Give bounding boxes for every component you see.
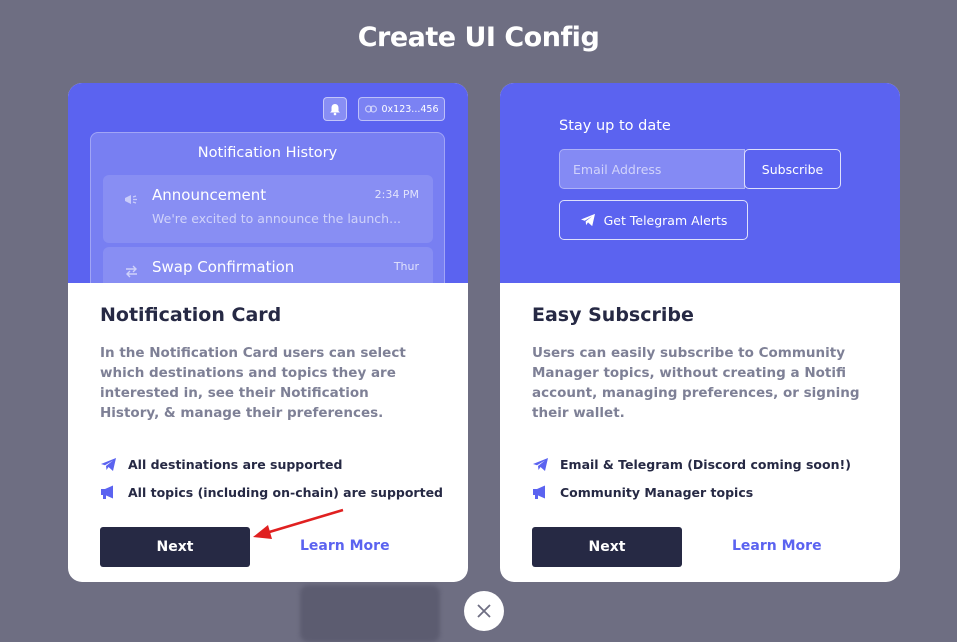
- card-title: Notification Card: [100, 304, 282, 326]
- feature-item: All destinations are supported: [100, 450, 443, 478]
- feature-label: Email & Telegram (Discord coming soon!): [560, 456, 851, 472]
- notification-name: Announcement: [152, 186, 267, 204]
- easy-subscribe-preview: Stay up to date Subscribe Get Telegram A…: [500, 83, 900, 283]
- notification-name: Swap Confirmation: [152, 258, 295, 276]
- notification-history-panel: Notification History Announcement 2:34 P…: [90, 132, 445, 283]
- feature-item: Community Manager topics: [532, 478, 851, 506]
- feature-label: Community Manager topics: [560, 484, 754, 500]
- learn-more-link[interactable]: Learn More: [732, 538, 822, 554]
- feature-list: All destinations are supported All topic…: [100, 450, 443, 506]
- close-icon: [477, 604, 491, 618]
- swap-icon: [126, 265, 137, 278]
- easy-subscribe-option: Stay up to date Subscribe Get Telegram A…: [500, 83, 900, 582]
- subscribe-heading: Stay up to date: [559, 118, 671, 134]
- subscribe-button[interactable]: Subscribe: [744, 149, 841, 189]
- telegram-alerts-button[interactable]: Get Telegram Alerts: [559, 200, 748, 240]
- bell-icon: [323, 97, 347, 121]
- notification-body: We're excited to announce the launch...: [152, 211, 402, 226]
- megaphone-icon: [101, 485, 113, 499]
- email-field[interactable]: [559, 149, 745, 189]
- next-button[interactable]: Next: [532, 527, 682, 567]
- wallet-address: 0x123...456: [381, 103, 439, 115]
- notification-time: Thur: [393, 260, 419, 273]
- wallet-address-chip: 0x123...456: [358, 97, 445, 121]
- notification-card-option: 0x123...456 Notification History Announc…: [68, 83, 468, 582]
- notification-card-preview: 0x123...456 Notification History Announc…: [68, 83, 468, 283]
- learn-more-link[interactable]: Learn More: [300, 538, 390, 554]
- feature-label: All destinations are supported: [128, 456, 343, 472]
- card-title: Easy Subscribe: [532, 304, 694, 326]
- card-description: Users can easily subscribe to Community …: [532, 345, 860, 421]
- modal-title: Create UI Config: [357, 22, 600, 53]
- megaphone-icon: [125, 195, 137, 204]
- telegram-icon: [580, 213, 595, 227]
- close-button[interactable]: [464, 591, 504, 631]
- notification-item: Swap Confirmation Thur: [103, 247, 433, 283]
- link-icon: [364, 105, 377, 113]
- feature-list: Email & Telegram (Discord coming soon!) …: [532, 450, 851, 506]
- card-description: In the Notification Card users can selec…: [100, 345, 406, 421]
- notification-history-title: Notification History: [197, 145, 338, 161]
- feature-item: All topics (including on-chain) are supp…: [100, 478, 443, 506]
- notification-time: 2:34 PM: [374, 188, 419, 201]
- feature-item: Email & Telegram (Discord coming soon!): [532, 450, 851, 478]
- backdrop-content: [300, 585, 440, 642]
- notification-item: Announcement 2:34 PM We're excited to an…: [103, 175, 433, 243]
- megaphone-icon: [533, 485, 545, 499]
- feature-label: All topics (including on-chain) are supp…: [128, 484, 443, 500]
- telegram-icon: [533, 457, 548, 471]
- telegram-alerts-label: Get Telegram Alerts: [603, 212, 728, 228]
- telegram-icon: [101, 457, 116, 471]
- next-button[interactable]: Next: [100, 527, 250, 567]
